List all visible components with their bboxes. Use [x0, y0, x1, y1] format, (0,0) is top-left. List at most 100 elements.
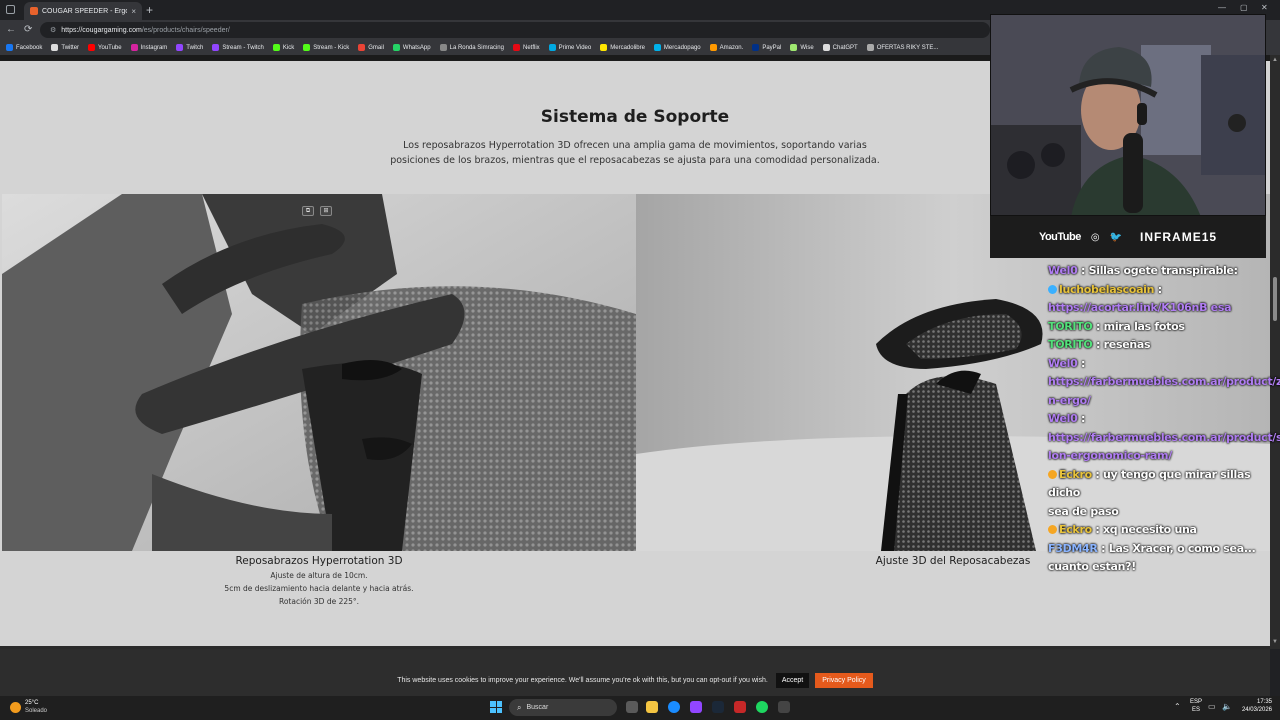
bookmark-label: Netflix — [522, 44, 540, 51]
image-share-icon[interactable]: ⊞ — [320, 206, 332, 216]
bookmark-item[interactable]: Mercadolibre — [600, 44, 645, 51]
tools-app-icon[interactable] — [778, 701, 790, 713]
racing-app-icon[interactable] — [734, 701, 746, 713]
taskbar-search[interactable]: ⌕ Buscar — [509, 699, 617, 716]
site-info-icon[interactable]: ⚙ — [50, 26, 56, 34]
reload-button[interactable]: ⟳ — [24, 24, 32, 36]
bookmark-item[interactable]: Stream - Twitch — [212, 44, 264, 51]
page-scrollbar[interactable]: ▲ ▼ — [1270, 55, 1280, 649]
bookmark-item[interactable]: Amazon. — [709, 44, 743, 51]
chat-badge-icon — [1048, 525, 1057, 534]
scroll-up-icon[interactable]: ▲ — [1272, 57, 1278, 63]
bookmark-favicon-icon — [176, 44, 184, 51]
bookmark-item[interactable]: ChatGPT — [822, 44, 858, 51]
clock-date[interactable]: 24/03/2026 — [1236, 707, 1272, 713]
bookmark-item[interactable]: Twitch — [176, 44, 203, 51]
bookmark-item[interactable]: OFERTAS RIKY STE... — [866, 44, 939, 51]
chat-username: Wel0 — [1048, 356, 1078, 370]
edge-browser-icon[interactable] — [668, 701, 680, 713]
tab-close-icon[interactable]: × — [131, 7, 136, 16]
privacy-policy-button[interactable]: Privacy Policy — [815, 672, 873, 688]
bookmark-item[interactable]: Facebook — [6, 44, 42, 51]
taskbar: 25°C Soleado ⌕ Buscar ⌃ ESP ES ▭ 🔈 17:35… — [0, 696, 1280, 720]
webcam-feed — [991, 15, 1265, 215]
chat-link[interactable]: https://farbermuebles.com.ar/product/sil — [1048, 431, 1280, 444]
webcam-overlay — [990, 14, 1266, 216]
minimize-button[interactable]: — — [1218, 3, 1226, 12]
bookmark-favicon-icon — [512, 44, 520, 51]
network-icon[interactable]: ▭ — [1208, 702, 1216, 711]
bookmark-favicon-icon — [548, 44, 556, 51]
chat-link[interactable]: https://acortar.link/K106nB esa — [1048, 301, 1232, 314]
windows-start-icon[interactable] — [490, 701, 502, 713]
image-expand-icon[interactable]: ⧉ — [302, 206, 314, 216]
armrest-caption-line-2: 5cm de deslizamiento hacia delante y hac… — [224, 584, 414, 593]
chat-badge-icon — [1048, 469, 1057, 479]
chat-link[interactable]: n-ergo/ — [1048, 394, 1091, 407]
file-explorer-icon[interactable] — [646, 701, 658, 713]
bookmark-label: Twitch — [186, 44, 204, 51]
armrest-caption-title: Reposabrazos Hyperrotation 3D — [235, 555, 403, 567]
clock-time[interactable]: 17:35 — [1236, 699, 1272, 705]
chat-message: n-ergo/ — [1048, 392, 1270, 411]
scrollbar-thumb[interactable] — [1273, 277, 1277, 321]
tab-actions-icon[interactable] — [6, 5, 15, 14]
scroll-down-icon[interactable]: ▼ — [1272, 639, 1278, 645]
chat-message: F3DM4R : Las Xracer, o como sea... — [1048, 540, 1270, 559]
bookmark-item[interactable]: YouTube — [88, 44, 122, 51]
bookmark-favicon-icon — [6, 44, 13, 51]
chat-link[interactable]: https://farbermuebles.com.ar/product/ze — [1048, 375, 1280, 388]
chat-text: Las Xracer, o como sea... — [1108, 541, 1256, 555]
close-window-button[interactable]: ✕ — [1261, 3, 1268, 12]
chat-username: TORITO — [1048, 338, 1093, 351]
bookmark-label: Mercadolibre — [610, 44, 645, 51]
discord-icon[interactable] — [690, 701, 702, 713]
volume-icon[interactable]: 🔈 — [1222, 702, 1232, 711]
lang-line-1[interactable]: ESP — [1188, 699, 1204, 705]
chat-separator: : — [1097, 541, 1109, 555]
chat-username: Wel0 — [1048, 264, 1078, 277]
bookmark-item[interactable]: La Ronda Simracing — [439, 44, 504, 51]
cookie-accept-button[interactable]: Accept — [775, 672, 810, 688]
bookmark-item[interactable]: Gmail — [358, 44, 384, 51]
browser-tab[interactable]: COUGAR SPEEDER - Ergonomic G... × — [24, 2, 142, 20]
steam-icon[interactable] — [712, 701, 724, 713]
chat-username: F3DM4R — [1048, 541, 1098, 555]
chat-message: Wel0 : — [1048, 410, 1270, 429]
spotify-icon[interactable] — [756, 701, 768, 713]
new-tab-button[interactable]: + — [146, 3, 153, 17]
back-button[interactable]: ← — [6, 24, 16, 36]
bookmark-item[interactable]: Kick — [272, 44, 294, 51]
tray-chevron-icon[interactable]: ⌃ — [1174, 702, 1181, 711]
bookmark-favicon-icon — [866, 44, 874, 51]
bookmark-item[interactable]: Wise — [790, 44, 814, 51]
lang-line-2[interactable]: ES — [1188, 707, 1204, 713]
chat-separator: : — [1091, 523, 1104, 536]
chat-text: sea de paso — [1048, 504, 1119, 518]
bookmark-label: Facebook — [16, 44, 43, 51]
stream-social-bar: YouTube ◎ 🐦 INFRAME15 — [990, 216, 1266, 258]
sun-weather-icon[interactable] — [10, 702, 21, 713]
bookmark-label: Wise — [800, 44, 814, 51]
bookmark-item[interactable]: PayPal — [752, 44, 781, 51]
task-view-icon[interactable] — [626, 701, 638, 713]
bookmark-item[interactable]: Instagram — [130, 44, 167, 51]
armrest-caption-line-3: Rotación 3D de 225°. — [278, 597, 360, 606]
channel-name: INFRAME15 — [1140, 230, 1218, 244]
cookie-banner: This website uses cookies to improve you… — [0, 664, 1270, 696]
bookmark-item[interactable]: WhatsApp — [392, 44, 431, 51]
address-bar[interactable]: ⚙ https://cougargaming.com /es/products/… — [40, 22, 990, 38]
chat-message: https://acortar.link/K106nB esa — [1048, 299, 1270, 318]
chat-message: https://farbermuebles.com.ar/product/sil — [1048, 429, 1280, 448]
bookmark-label: Prime Video — [558, 44, 592, 51]
maximize-button[interactable]: ▢ — [1240, 3, 1248, 12]
bookmark-item[interactable]: Twitter — [51, 44, 79, 51]
bookmark-favicon-icon — [130, 44, 138, 51]
bookmark-item[interactable]: Mercadopago — [653, 44, 701, 51]
chat-text: cuanto estan?! — [1048, 560, 1136, 573]
bookmark-item[interactable]: Netflix — [512, 44, 540, 51]
bookmark-label: OFERTAS RIKY STE... — [876, 44, 939, 51]
bookmark-item[interactable]: Stream - Kick — [303, 44, 349, 51]
bookmark-item[interactable]: Prime Video — [548, 44, 592, 51]
chat-link[interactable]: lon-ergonomico-ram/ — [1048, 449, 1172, 462]
